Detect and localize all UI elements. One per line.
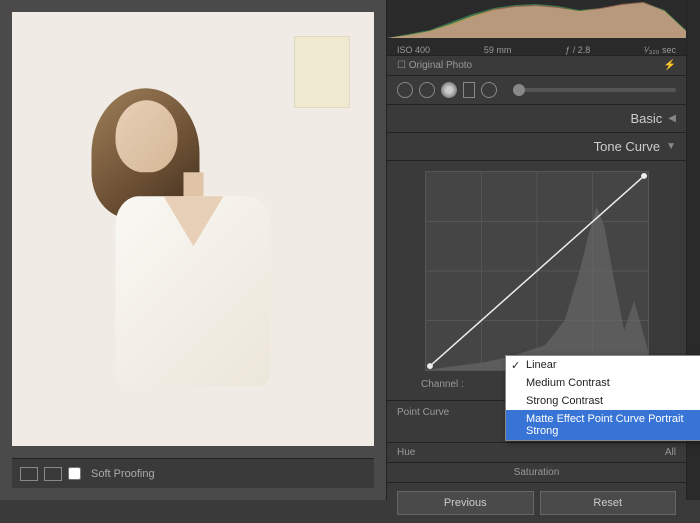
soft-proofing-checkbox[interactable]	[68, 467, 81, 480]
point-curve-label: Point Curve	[397, 407, 449, 418]
basic-panel-header[interactable]: Basic ◀	[387, 105, 686, 133]
saturation-label[interactable]: Saturation	[387, 462, 686, 482]
original-photo-checkbox[interactable]: ☐	[397, 60, 406, 71]
view-icon-2[interactable]	[44, 467, 62, 481]
channel-label: Channel :	[421, 379, 464, 390]
local-adjustment-tools	[387, 76, 686, 105]
tone-curve-panel-header[interactable]: Tone Curve ▼	[387, 133, 686, 161]
tone-curve-graph[interactable]	[425, 171, 649, 371]
soft-proofing-label: Soft Proofing	[91, 468, 155, 480]
all-label[interactable]: All	[665, 447, 676, 458]
original-photo-label: Original Photo	[409, 60, 472, 71]
reset-button[interactable]: Reset	[540, 491, 677, 515]
redeye-tool-icon[interactable]	[441, 82, 457, 98]
hue-label[interactable]: Hue	[397, 447, 415, 458]
dropdown-item-strong[interactable]: Strong Contrast	[506, 392, 700, 410]
wall-panel	[294, 36, 350, 108]
previous-button[interactable]: Previous	[397, 491, 534, 515]
aperture-label: ƒ / 2.8	[565, 45, 590, 55]
focal-label: 59 mm	[484, 45, 512, 55]
point-curve-row: Point Curve Linear Medium Contrast Stron…	[387, 401, 686, 423]
histogram[interactable]: ISO 400 59 mm ƒ / 2.8 ¹⁄₃₂₀ sec	[387, 0, 686, 56]
canvas-area: Soft Proofing	[0, 0, 386, 500]
dropdown-item-linear[interactable]: Linear	[506, 356, 700, 374]
subject-figure	[116, 100, 271, 386]
bottom-toolbar: Soft Proofing	[12, 458, 374, 488]
photo-preview[interactable]	[12, 12, 374, 446]
chevron-left-icon: ◀	[668, 113, 676, 124]
radial-tool-icon[interactable]	[481, 82, 497, 98]
crop-tool-icon[interactable]	[397, 82, 413, 98]
flash-icon[interactable]: ⚡	[664, 60, 676, 71]
chevron-down-icon: ▼	[666, 141, 676, 152]
spot-tool-icon[interactable]	[419, 82, 435, 98]
dropdown-item-medium[interactable]: Medium Contrast	[506, 374, 700, 392]
point-curve-dropdown[interactable]: Linear Medium Contrast Strong Contrast M…	[505, 355, 700, 441]
dropdown-item-matte[interactable]: Matte Effect Point Curve Portrait Strong	[506, 410, 700, 440]
develop-panel: ISO 400 59 mm ƒ / 2.8 ¹⁄₃₂₀ sec ☐ Origin…	[386, 0, 686, 500]
view-icon[interactable]	[20, 467, 38, 481]
grad-tool-icon[interactable]	[463, 82, 475, 98]
iso-label: ISO 400	[397, 45, 430, 55]
shutter-label: ¹⁄₃₂₀ sec	[644, 45, 676, 55]
mask-slider[interactable]	[513, 88, 676, 92]
